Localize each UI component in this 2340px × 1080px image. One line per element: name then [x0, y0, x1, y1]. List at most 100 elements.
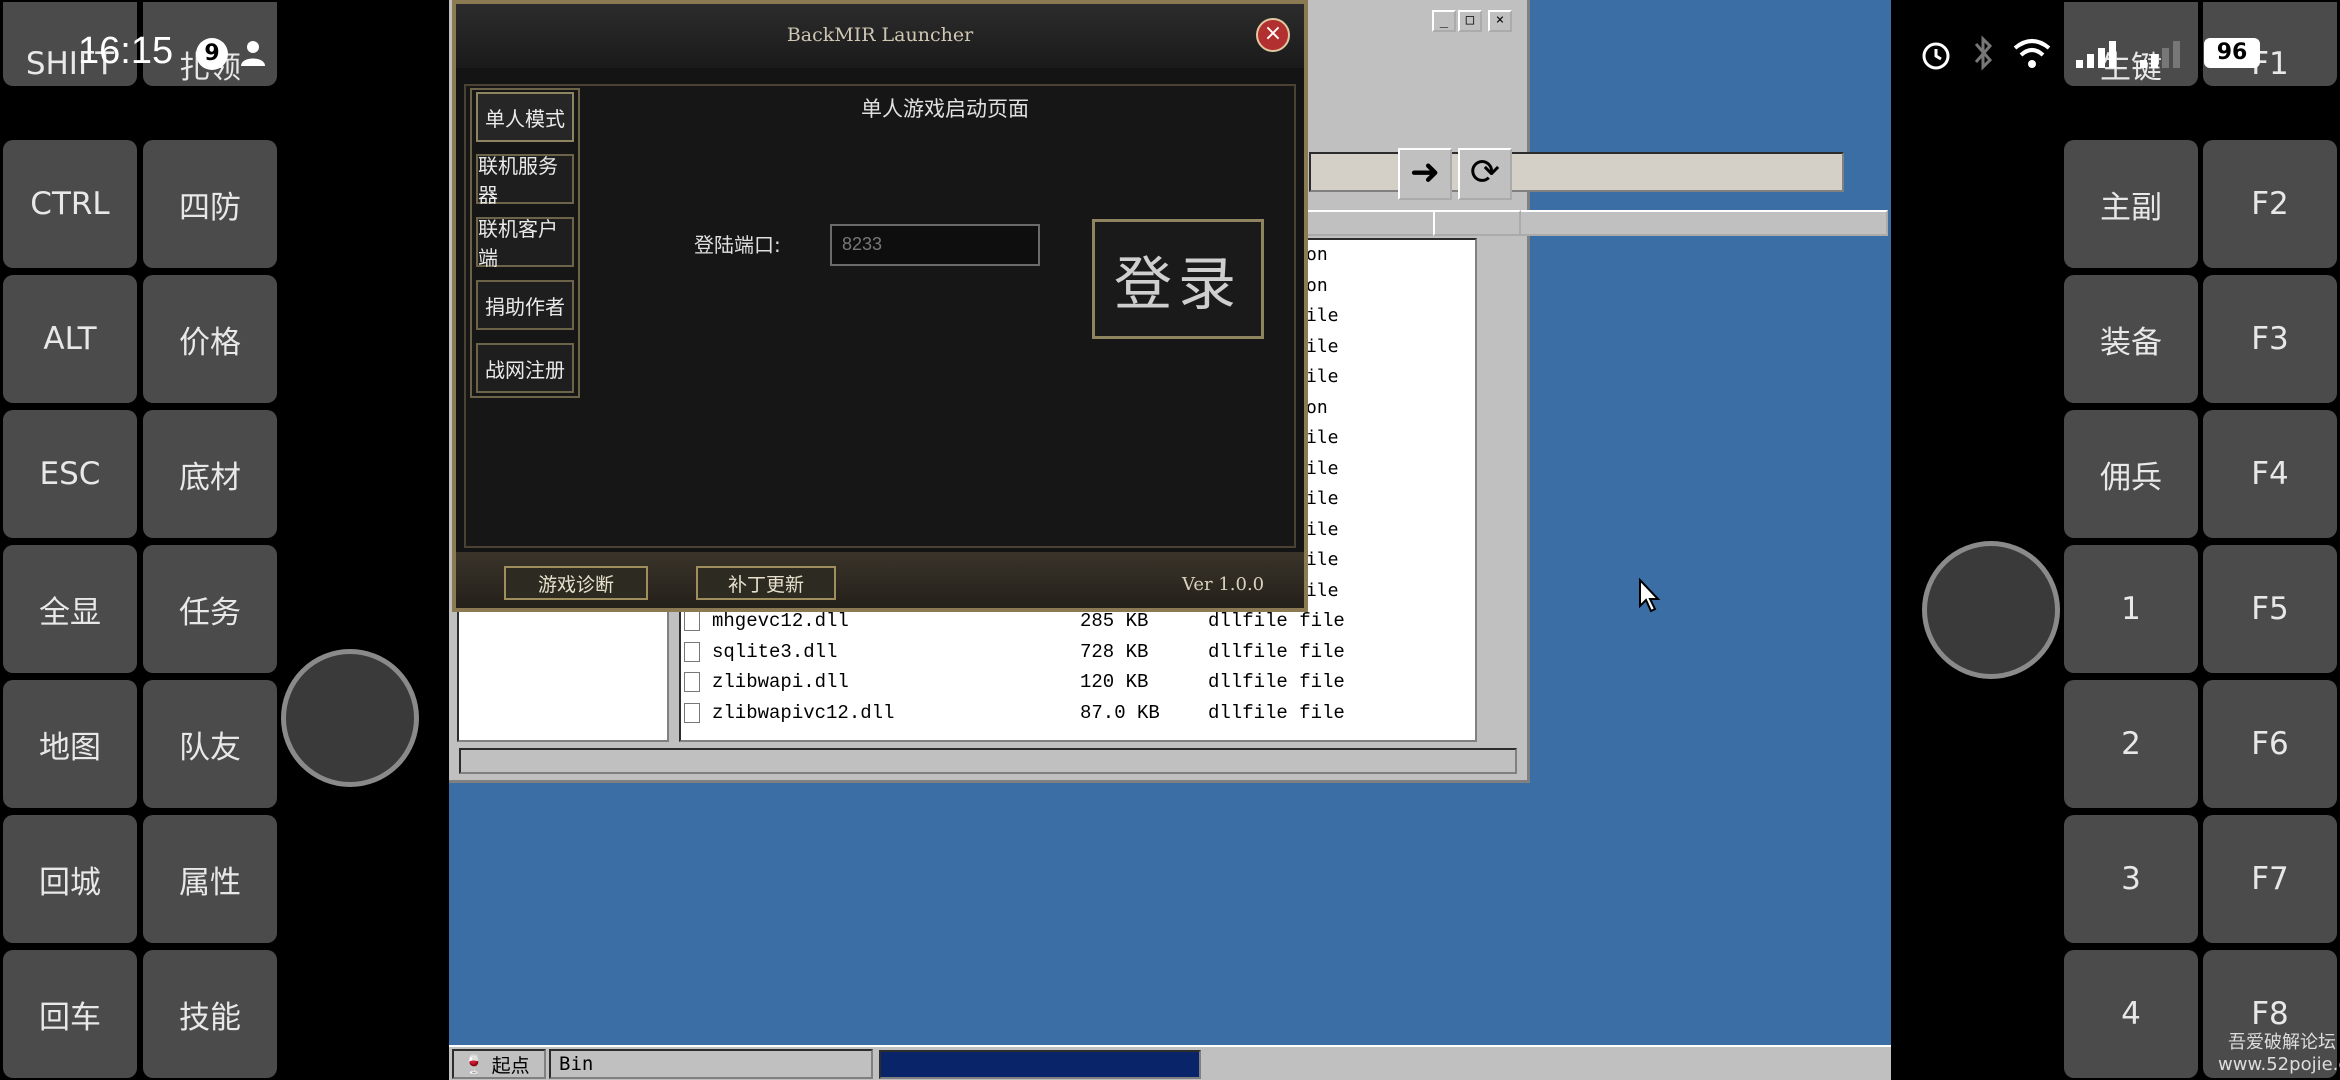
key-dicai[interactable]: 底材 — [143, 410, 277, 538]
file-type: dllfile file — [1208, 641, 1345, 663]
file-name: zlibwapi.dll — [712, 671, 849, 693]
key-ctrl[interactable]: CTRL — [3, 140, 137, 268]
file-icon — [684, 611, 700, 631]
key-quanxian[interactable]: 全显 — [3, 545, 137, 673]
key-label: ESC — [39, 456, 101, 492]
key-label: F6 — [2251, 726, 2289, 762]
key-2[interactable]: 2 — [2064, 680, 2198, 808]
alarm-icon — [1922, 42, 1950, 70]
tab-single-mode[interactable]: 单人模式 — [476, 92, 574, 142]
start-label: 起点 — [491, 1054, 530, 1077]
close-icon[interactable]: × — [1256, 18, 1290, 52]
key-label: F7 — [2251, 861, 2289, 897]
watermark-line2: www.52pojie.cn — [2218, 1054, 2340, 1075]
key-label: 佣兵 — [2100, 459, 2162, 496]
status-time: 16:15 — [78, 30, 174, 72]
signal-2-icon — [2140, 41, 2180, 68]
diagnose-button[interactable]: 游戏诊断 — [504, 566, 648, 600]
key-f6[interactable]: F6 — [2203, 680, 2337, 808]
type-fragment: ile — [1306, 366, 1339, 387]
notification-badge: 9 — [196, 38, 228, 70]
launcher-window: BackMIR Launcher × 单人模式 联机服务器 联机客户端 捐助作者… — [452, 0, 1308, 612]
key-yongbing[interactable]: 佣兵 — [2064, 410, 2198, 538]
key-label: 四防 — [179, 189, 241, 226]
key-duiyou[interactable]: 队友 — [143, 680, 277, 808]
port-input[interactable]: 8233 — [830, 224, 1040, 266]
file-size: 728 KB — [1080, 641, 1149, 663]
file-row[interactable]: zlibwapivc12.dll 87.0 KB dllfile file — [684, 699, 1345, 727]
key-f2[interactable]: F2 — [2203, 140, 2337, 268]
tab-label: 捐助作者 — [485, 294, 565, 319]
key-label: 4 — [2121, 996, 2141, 1032]
key-f5[interactable]: F5 — [2203, 545, 2337, 673]
key-label: F8 — [2251, 996, 2289, 1032]
file-size: 87.0 KB — [1080, 702, 1160, 724]
column-header[interactable] — [1433, 210, 1521, 236]
patch-update-button[interactable]: 补丁更新 — [696, 566, 836, 600]
key-4[interactable]: 4 — [2064, 950, 2198, 1078]
watermark-line1: 吾爱破解论坛 — [2228, 1032, 2336, 1053]
taskbar-item-active[interactable] — [879, 1050, 1201, 1079]
key-3[interactable]: 3 — [2064, 815, 2198, 943]
file-type: dllfile file — [1208, 610, 1345, 632]
taskbar-item-bin[interactable]: Bin — [549, 1049, 873, 1079]
key-f4[interactable]: F4 — [2203, 410, 2337, 538]
key-f3[interactable]: F3 — [2203, 275, 2337, 403]
tab-online-server[interactable]: 联机服务器 — [476, 154, 574, 207]
type-fragment: ile — [1306, 488, 1339, 509]
key-1[interactable]: 1 — [2064, 545, 2198, 673]
key-zhuangbei[interactable]: 装备 — [2064, 275, 2198, 403]
file-type: dllfile file — [1208, 671, 1345, 693]
key-label: 属性 — [179, 864, 241, 901]
file-name: zlibwapivc12.dll — [712, 702, 895, 724]
left-joystick[interactable] — [281, 649, 419, 787]
go-arrow-icon[interactable]: ➜ — [1398, 148, 1452, 200]
file-row[interactable]: zlibwapi.dll 120 KB dllfile file — [684, 668, 1345, 696]
key-label: 3 — [2121, 861, 2141, 897]
file-name: mhgevc12.dll — [712, 610, 849, 632]
key-renwu[interactable]: 任务 — [143, 545, 277, 673]
login-button[interactable]: 登录 — [1092, 219, 1264, 339]
start-button[interactable]: 🍷 起点 — [452, 1049, 546, 1079]
key-label: F4 — [2251, 456, 2289, 492]
address-bar[interactable] — [1309, 152, 1844, 192]
key-label: 全显 — [39, 594, 101, 631]
key-shuxing[interactable]: 属性 — [143, 815, 277, 943]
key-jiage[interactable]: 价格 — [143, 275, 277, 403]
taskbar-item-label: Bin — [559, 1053, 594, 1075]
right-joystick[interactable] — [1922, 541, 2060, 679]
key-enter[interactable]: 回车 — [3, 950, 137, 1078]
key-label: ALT — [43, 321, 97, 357]
close-icon[interactable]: × — [1488, 10, 1512, 32]
type-fragment: ile — [1306, 580, 1339, 601]
column-header[interactable] — [1304, 210, 1888, 236]
tab-online-client[interactable]: 联机客户端 — [476, 217, 574, 270]
key-jineng[interactable]: 技能 — [143, 950, 277, 1078]
tab-battlenet-register[interactable]: 战网注册 — [476, 343, 574, 393]
refresh-icon[interactable]: ⟳ — [1458, 148, 1512, 200]
key-huicheng[interactable]: 回城 — [3, 815, 137, 943]
file-icon — [684, 642, 700, 662]
key-f7[interactable]: F7 — [2203, 815, 2337, 943]
key-alt[interactable]: ALT — [3, 275, 137, 403]
file-row[interactable]: sqlite3.dll 728 KB dllfile file — [684, 638, 1345, 666]
tab-label: 联机服务器 — [478, 154, 558, 207]
key-label: 回车 — [39, 999, 101, 1036]
key-sifang[interactable]: 四防 — [143, 140, 277, 268]
key-zhufu[interactable]: 主副 — [2064, 140, 2198, 268]
minimize-icon[interactable]: _ — [1432, 10, 1456, 32]
type-fragment: ile — [1306, 427, 1339, 448]
taskbar: 🍷 起点 Bin — [449, 1045, 1891, 1080]
type-fragment: ile — [1306, 549, 1339, 570]
tab-donate[interactable]: 捐助作者 — [476, 280, 574, 330]
mouse-cursor-icon — [1639, 578, 1661, 613]
launcher-titlebar[interactable]: BackMIR Launcher — [456, 4, 1304, 68]
maximize-icon[interactable]: □ — [1458, 10, 1482, 32]
tab-label: 战网注册 — [485, 357, 565, 382]
watermark: 吾爱破解论坛 www.52pojie.cn — [2218, 1032, 2340, 1076]
key-esc[interactable]: ESC — [3, 410, 137, 538]
key-ditu[interactable]: 地图 — [3, 680, 137, 808]
key-label: 底材 — [179, 459, 241, 496]
key-label: 装备 — [2100, 324, 2162, 361]
diagnose-label: 游戏诊断 — [537, 573, 614, 596]
